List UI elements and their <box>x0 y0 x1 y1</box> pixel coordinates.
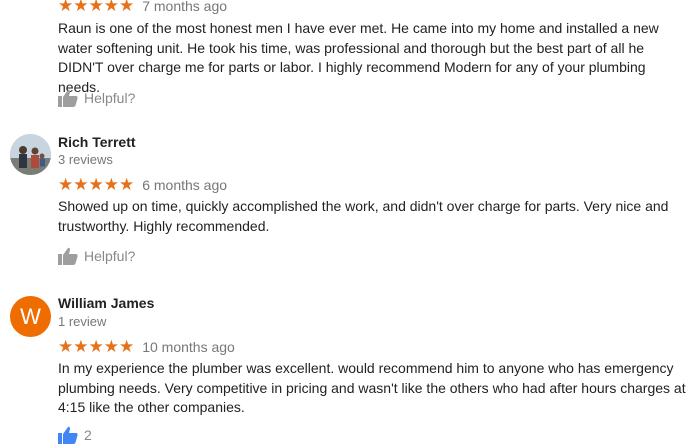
rating-row: ★★★★★ 6 months ago <box>58 176 227 193</box>
review-text: In my experience the plumber was excelle… <box>58 360 686 415</box>
avatar[interactable] <box>10 134 51 175</box>
helpful-button[interactable]: Helpful? <box>58 89 135 107</box>
thumbs-up-icon <box>58 247 78 265</box>
thumbs-up-icon <box>58 89 78 107</box>
helpful-label: Helpful? <box>84 90 136 106</box>
star-rating: ★★★★★ <box>58 0 135 15</box>
review-text: Showed up on time, quickly accomplished … <box>58 198 669 234</box>
avatar[interactable]: W <box>10 296 51 337</box>
star-rating: ★★★★★ <box>58 175 135 194</box>
helpful-label: Helpful? <box>84 248 136 264</box>
review-date: 7 months ago <box>142 0 228 14</box>
helpful-button[interactable]: Helpful? <box>58 247 135 265</box>
review-text: Raun is one of the most honest men I hav… <box>58 20 659 95</box>
rating-row: ★★★★★ 10 months ago <box>58 338 235 355</box>
review-count[interactable]: 1 review <box>58 314 106 329</box>
review-date: 6 months ago <box>142 176 228 193</box>
helpful-button[interactable]: 2 <box>58 426 92 444</box>
review-date: 10 months ago <box>142 338 235 355</box>
reviewer-name[interactable]: William James <box>58 295 154 311</box>
star-rating: ★★★★★ <box>58 337 135 356</box>
rating-row: ★★★★★ 7 months ago <box>58 0 227 14</box>
reviewer-name[interactable]: Rich Terrett <box>58 134 136 150</box>
thumbs-up-icon <box>58 426 78 444</box>
user-photo-icon <box>10 134 51 175</box>
review-count[interactable]: 3 reviews <box>58 152 113 167</box>
